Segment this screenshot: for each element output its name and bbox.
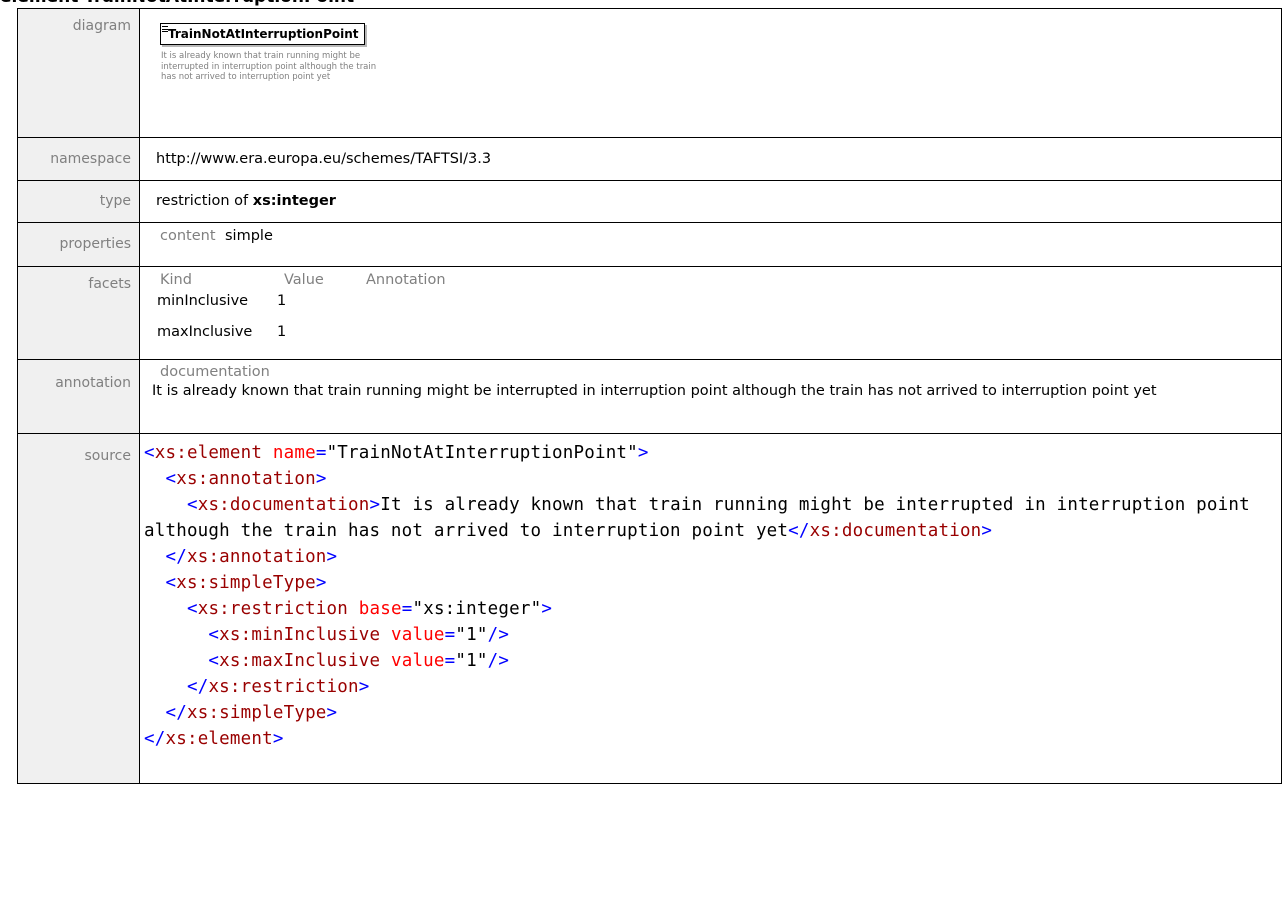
facet-value: 1 (277, 293, 287, 309)
diagram-label: diagram (17, 8, 140, 138)
diagram-caption: It is already known that train running m… (161, 51, 377, 82)
properties-cell: content simple (139, 222, 1282, 267)
annotation-label: annotation (17, 359, 140, 434)
facet-row: minInclusive 1 (157, 292, 1271, 311)
xml-tag: xs:simpleType (176, 573, 316, 593)
type-row: type restriction of xs:integer (17, 180, 1282, 223)
xml-attr-value: "1" (455, 651, 488, 671)
diagram-element-name: TrainNotAtInterruptionPoint (168, 27, 359, 41)
type-label: type (17, 180, 140, 223)
xml-tag: xs:annotation (176, 469, 316, 489)
xml-tag: xs:documentation (197, 495, 370, 515)
xml-tag: xs:annotation (186, 547, 327, 567)
documentation-text: It is already known that train running m… (152, 383, 1157, 399)
xml-tag: xs:element (154, 443, 263, 463)
xml-tag: xs:element (165, 729, 273, 749)
page: element TrainNotAtInterruptionPoint diag… (0, 0, 1287, 900)
type-value: restriction of xs:integer (139, 180, 1282, 223)
type-base-link[interactable]: xs:integer (253, 193, 336, 209)
source-label: source (17, 433, 140, 784)
element-lines-icon (162, 26, 168, 32)
facets-cell: Kind Value Annotation minInclusive 1 maxInc… (139, 266, 1282, 360)
diagram-element-box[interactable]: TrainNotAtInterruptionPoint (160, 23, 365, 45)
xml-attr: name (272, 443, 316, 463)
diagram-cell: TrainNotAtInterruptionPoint It is alread… (139, 8, 1282, 138)
namespace-value: http://www.era.europa.eu/schemes/TAFTSI/… (139, 137, 1282, 181)
annotation-cell: documentation It is already known that t… (139, 359, 1282, 434)
xml-attr-value: "1" (455, 625, 488, 645)
xml-tag: xs:simpleType (186, 703, 327, 723)
diagram-row: diagram TrainNotAtInterruptionPoint It i… (17, 8, 1282, 138)
diagram: TrainNotAtInterruptionPoint It is alread… (155, 17, 1271, 137)
facets-header-kind: Kind (160, 272, 192, 288)
source-cell: <xs:element name="TrainNotAtInterruption… (139, 433, 1282, 784)
property-row: content simple (160, 227, 1271, 246)
xml-attr: base (358, 599, 402, 619)
property-name: content (160, 228, 216, 244)
xml-tag: xs:minInclusive (219, 625, 381, 645)
namespace-row: namespace http://www.era.europa.eu/schem… (17, 137, 1282, 181)
xml-attr-value: "TrainNotAtInterruptionPoint" (326, 443, 638, 463)
facet-kind: maxInclusive (157, 324, 253, 340)
facets-label: facets (17, 266, 140, 360)
facets-header: Kind Value Annotation (160, 271, 1271, 290)
xml-tag: xs:documentation (809, 521, 982, 541)
properties-row: properties content simple (17, 222, 1282, 267)
xml-tag: xs:restriction (208, 677, 359, 697)
facet-value: 1 (277, 324, 287, 340)
element-doc-table: diagram TrainNotAtInterruptionPoint It i… (17, 8, 1282, 784)
page-title: element TrainNotAtInterruptionPoint (0, 0, 354, 8)
source-row: source <xs:element name="TrainNotAtInter… (17, 433, 1282, 784)
properties-label: properties (17, 222, 140, 267)
property-value: simple (225, 228, 273, 244)
xml-attr-value: "xs:integer" (412, 599, 542, 619)
facets-header-value: Value (284, 272, 324, 288)
xml-attr: value (390, 651, 445, 671)
annotation-row: annotation documentation It is already k… (17, 359, 1282, 434)
facet-kind: minInclusive (157, 293, 249, 309)
facets-header-annotation: Annotation (366, 272, 446, 288)
namespace-label: namespace (17, 137, 140, 181)
facets-row: facets Kind Value Annotation minInclusive 1… (17, 266, 1282, 360)
documentation-label: documentation (160, 364, 270, 380)
type-prefix: restriction of (156, 193, 253, 209)
xml-tag: xs:restriction (197, 599, 349, 619)
xml-attr: value (390, 625, 445, 645)
facet-row: maxInclusive 1 (157, 323, 1271, 342)
xml-tag: xs:maxInclusive (219, 651, 381, 671)
source-code: <xs:element name="TrainNotAtInterruption… (144, 443, 1261, 749)
